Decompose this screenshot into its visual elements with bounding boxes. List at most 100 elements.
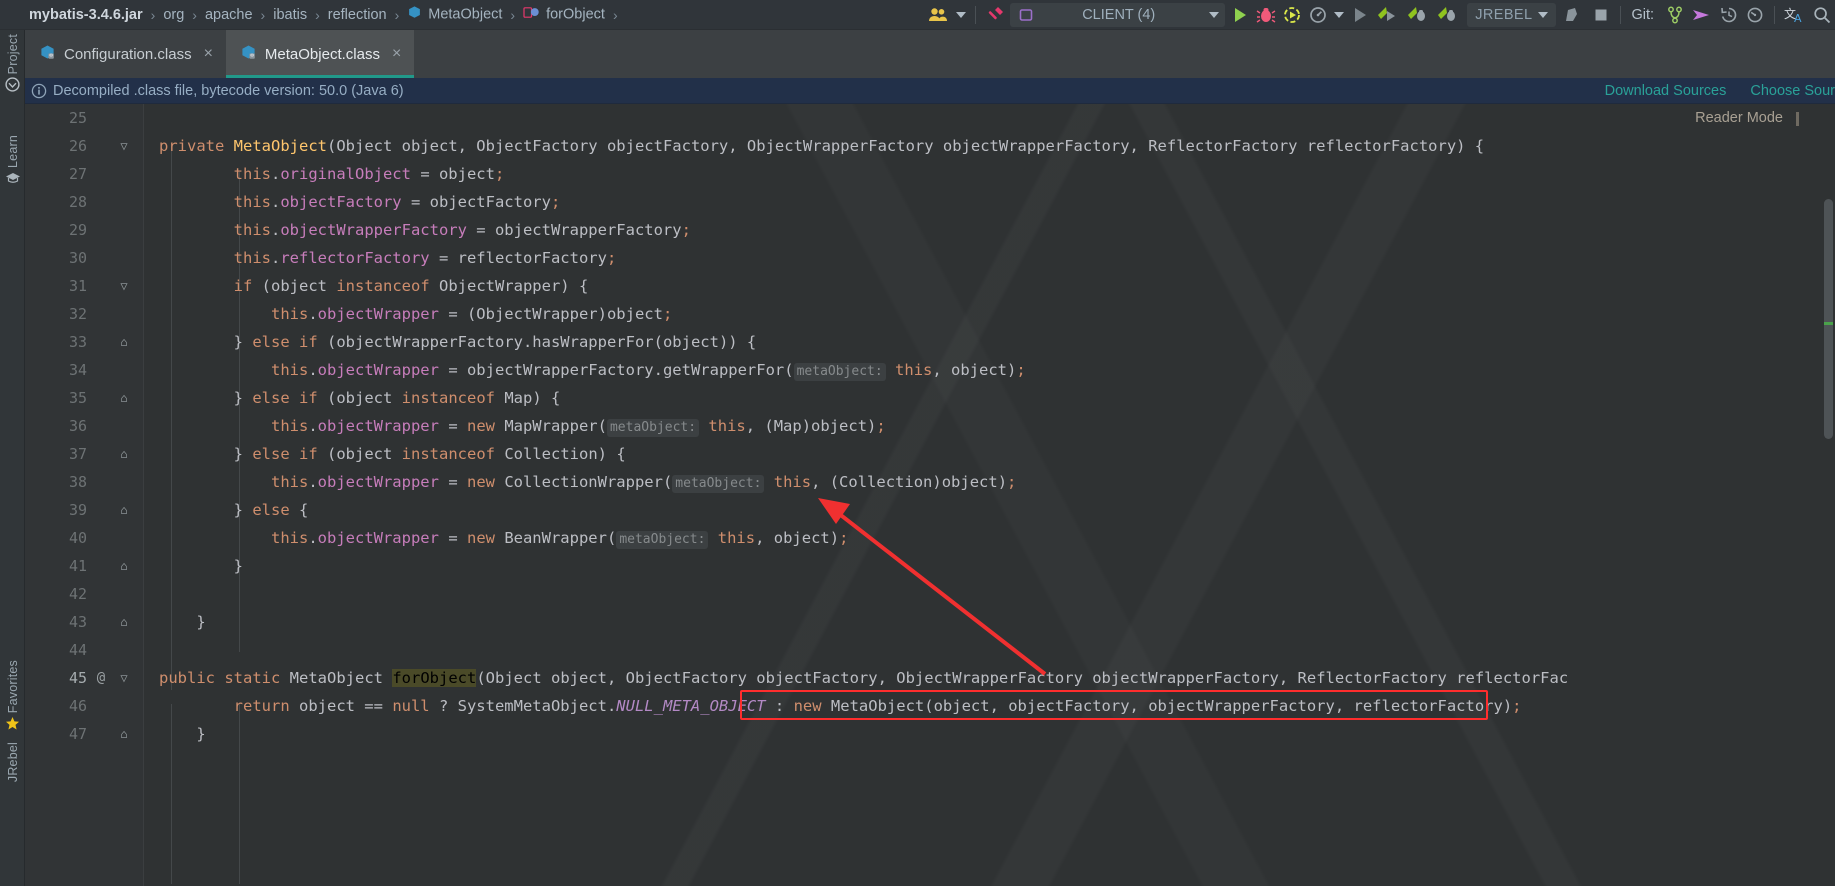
code-token: MetaObject(object, objectFactory, object… bbox=[821, 697, 1513, 715]
code-line-text: this.objectWrapper = (ObjectWrapper)obje… bbox=[159, 300, 672, 328]
tab-configuration-class[interactable]: Configuration.class × bbox=[25, 30, 226, 78]
line-number: 26 bbox=[68, 137, 87, 155]
jrebel-selector[interactable]: JREBEL bbox=[1467, 2, 1557, 27]
code-fold-icon[interactable]: ⌂ bbox=[115, 720, 133, 748]
code-line[interactable]: 39 ⌂ } else { bbox=[25, 496, 1835, 524]
code-line[interactable]: 47 ⌂ } bbox=[25, 720, 1835, 748]
breadcrumb[interactable]: mybatis-3.4.6.jar › org › apache › ibatis › refl… bbox=[0, 0, 625, 30]
code-line[interactable]: 32 this.objectWrapper = (ObjectWrapper)o… bbox=[25, 300, 1835, 328]
profiler-caret-icon[interactable] bbox=[1334, 11, 1345, 18]
code-line[interactable]: 31 ▽ if (object instanceof ObjectWrapper)… bbox=[25, 272, 1835, 300]
scrollbar-thumb[interactable] bbox=[1824, 199, 1833, 439]
code-line[interactable]: 34 this.objectWrapper = objectWrapperFac… bbox=[25, 356, 1835, 384]
jrebel-mascot-icon[interactable] bbox=[1560, 0, 1588, 30]
run-gray-icon[interactable] bbox=[1347, 0, 1373, 30]
code-token: } bbox=[159, 557, 243, 575]
code-token: reflectorFactory bbox=[280, 249, 430, 267]
sidebar-item-learn[interactable]: Learn bbox=[0, 135, 25, 192]
editor-scrollbar[interactable] bbox=[1821, 104, 1835, 886]
code-line[interactable]: 28 this.objectFactory = objectFactory; bbox=[25, 188, 1835, 216]
code-token: : bbox=[765, 697, 794, 715]
code-line[interactable]: 30 this.reflectorFactory = reflectorFact… bbox=[25, 244, 1835, 272]
code-token: MetaObject bbox=[280, 669, 393, 687]
translate-icon[interactable]: 文 A bbox=[1781, 0, 1809, 30]
tab-metaobject-class[interactable]: MetaObject.class × bbox=[225, 30, 415, 78]
users-icon[interactable] bbox=[925, 0, 969, 30]
code-line[interactable]: 26 ▽ private MetaObject(Object object, Obj… bbox=[25, 132, 1835, 160]
code-line[interactable]: 37 ⌂ } else if (object instanceof Collect… bbox=[25, 440, 1835, 468]
code-line[interactable]: 44 bbox=[25, 636, 1835, 664]
code-fold-icon[interactable]: ⌂ bbox=[115, 608, 133, 636]
breadcrumb-item-forobject[interactable]: forObject bbox=[522, 5, 606, 24]
code-fold-icon[interactable]: ⌂ bbox=[115, 328, 133, 356]
run-config-caret-icon[interactable] bbox=[1209, 11, 1220, 18]
code-fold-icon[interactable]: ▽ bbox=[115, 664, 133, 692]
download-sources-link[interactable]: Download Sources bbox=[1605, 83, 1727, 99]
code-fold-icon[interactable]: ⌂ bbox=[115, 496, 133, 524]
line-number: 27 bbox=[68, 165, 87, 183]
code-line[interactable]: 42 bbox=[25, 580, 1835, 608]
jrebel-debug-icon[interactable] bbox=[1403, 0, 1433, 30]
code-line-text: this.objectFactory = objectFactory; bbox=[159, 188, 561, 216]
code-fold-icon[interactable]: ⌂ bbox=[115, 440, 133, 468]
jrebel-run-icon[interactable] bbox=[1373, 0, 1403, 30]
profiler-icon[interactable] bbox=[1305, 0, 1347, 30]
code-content[interactable]: 25 26 ▽ private MetaObject(Object object, O… bbox=[25, 104, 1835, 886]
close-icon[interactable]: × bbox=[392, 46, 401, 62]
code-line[interactable]: 40 this.objectWrapper = new BeanWrapper(… bbox=[25, 524, 1835, 552]
jrebel-extra-icon[interactable] bbox=[1433, 0, 1463, 30]
code-fold-icon[interactable]: ⌂ bbox=[115, 552, 133, 580]
toolbar-right-group: CLIENT (4) JREBEL Git: 文 A bbox=[925, 0, 1835, 30]
breadcrumb-item-reflection[interactable]: reflection bbox=[327, 7, 388, 23]
code-line[interactable]: 25 bbox=[25, 104, 1835, 132]
git-branch-icon[interactable] bbox=[1662, 0, 1688, 30]
main-toolbar: mybatis-3.4.6.jar › org › apache › ibatis › refl… bbox=[0, 0, 1835, 30]
sidebar-item-favorites[interactable]: Favorites bbox=[0, 660, 25, 739]
code-line[interactable]: 36 this.objectWrapper = new MapWrapper(m… bbox=[25, 412, 1835, 440]
debug-icon[interactable] bbox=[1253, 0, 1279, 30]
code-line[interactable]: 27 this.originalObject = object; bbox=[25, 160, 1835, 188]
search-icon[interactable] bbox=[1809, 0, 1835, 30]
code-fold-icon[interactable]: ▽ bbox=[115, 272, 133, 300]
code-line[interactable]: 33 ⌂ } else if (objectWrapperFactory.hasW… bbox=[25, 328, 1835, 356]
run-configuration-selector[interactable]: CLIENT (4) bbox=[1010, 2, 1226, 27]
stop-icon[interactable] bbox=[1588, 0, 1614, 30]
sidebar-item-jrebel[interactable]: JRebel bbox=[0, 742, 25, 782]
breadcrumb-item-org[interactable]: org bbox=[162, 7, 185, 23]
code-fold-icon[interactable]: ▽ bbox=[115, 132, 133, 160]
code-line[interactable]: 41 ⌂ } bbox=[25, 552, 1835, 580]
code-line-text: } else if (objectWrapperFactory.hasWrapp… bbox=[159, 328, 757, 356]
users-caret-icon[interactable] bbox=[956, 11, 967, 18]
code-token: MetaObject bbox=[233, 137, 327, 155]
breadcrumb-item-apache[interactable]: apache bbox=[204, 7, 254, 23]
code-token: Map) { bbox=[495, 389, 561, 407]
git-rollback-icon[interactable] bbox=[1742, 0, 1768, 30]
code-line[interactable]: 46 return object == null ? SystemMetaObj… bbox=[25, 692, 1835, 720]
code-line[interactable]: 38 this.objectWrapper = new CollectionWr… bbox=[25, 468, 1835, 496]
git-history-icon[interactable] bbox=[1716, 0, 1742, 30]
code-line[interactable]: 35 ⌂ } else if (object instanceof Map) { bbox=[25, 384, 1835, 412]
code-line[interactable]: 29 this.objectWrapperFactory = objectWra… bbox=[25, 216, 1835, 244]
code-line[interactable]: 43 ⌂ } bbox=[25, 608, 1835, 636]
code-fold-icon[interactable]: ⌂ bbox=[115, 384, 133, 412]
choose-sources-link[interactable]: Choose Sour bbox=[1750, 83, 1835, 99]
breadcrumb-item-ibatis[interactable]: ibatis bbox=[272, 7, 308, 23]
annotation-marker-icon[interactable]: @ bbox=[93, 664, 109, 692]
line-number: 36 bbox=[68, 417, 87, 435]
run-icon[interactable] bbox=[1227, 0, 1253, 30]
code-line[interactable]: 45 @ ▽ public static MetaObject forObject(O… bbox=[25, 664, 1835, 692]
git-push-icon[interactable] bbox=[1688, 0, 1716, 30]
jrebel-caret-icon[interactable] bbox=[1538, 11, 1549, 18]
hammer-icon[interactable] bbox=[982, 0, 1008, 30]
breadcrumb-item-metaobject[interactable]: MetaObject bbox=[406, 5, 503, 24]
close-icon[interactable]: × bbox=[204, 46, 213, 62]
jrebel-label: JREBEL bbox=[1475, 6, 1533, 23]
code-token: ; bbox=[550, 193, 561, 211]
code-token: (Object object, ObjectFactory objectFact… bbox=[327, 137, 1485, 155]
scrollbar-marker[interactable] bbox=[1824, 322, 1833, 325]
run-with-coverage-icon[interactable] bbox=[1279, 0, 1305, 30]
code-editor[interactable]: Reader Mode 25 26 ▽ private MetaObject(Obje… bbox=[25, 104, 1835, 886]
sidebar-item-project[interactable]: Project bbox=[0, 34, 25, 100]
breadcrumb-item-mybatis-3-4-6-jar[interactable]: mybatis-3.4.6.jar bbox=[28, 7, 144, 23]
